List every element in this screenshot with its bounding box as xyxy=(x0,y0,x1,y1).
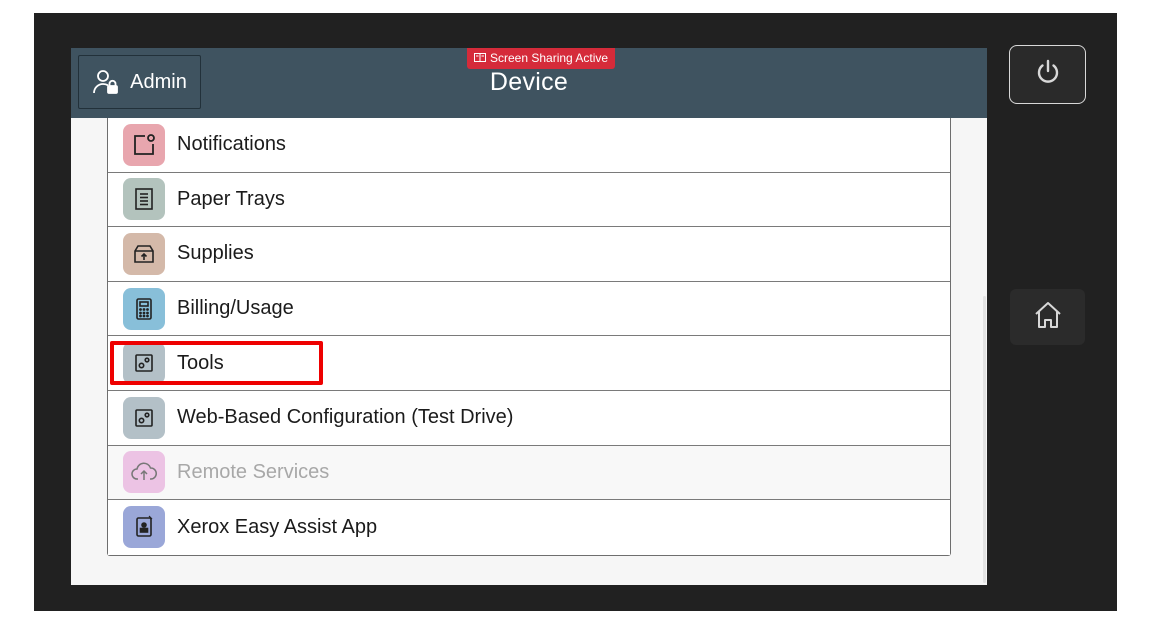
supplies-box-icon xyxy=(123,232,165,275)
menu-item-web-based-configuration[interactable]: Web-Based Configuration (Test Drive) xyxy=(108,390,950,446)
header-bar: Admin Screen Sharing Active Device xyxy=(71,48,987,118)
menu-item-label: Supplies xyxy=(177,242,254,265)
menu-item-label: Notifications xyxy=(177,133,286,156)
home-button[interactable] xyxy=(1010,289,1085,345)
menu-item-billing-usage[interactable]: Billing/Usage xyxy=(108,281,950,337)
paper-tray-icon xyxy=(123,178,165,221)
scrollbar[interactable] xyxy=(983,296,986,583)
menu-item-label: Xerox Easy Assist App xyxy=(177,515,378,538)
menu-item-label: Remote Services xyxy=(177,460,330,483)
device-menu-list: Notifications Paper Trays Supplies Billi… xyxy=(107,118,951,556)
tools-icon xyxy=(123,396,165,439)
screen-sharing-badge: Screen Sharing Active xyxy=(467,48,616,69)
tools-icon xyxy=(123,342,165,385)
menu-item-label: Tools xyxy=(177,351,224,374)
power-icon xyxy=(1032,56,1064,93)
touch-screen: Admin Screen Sharing Active Device Notif… xyxy=(71,48,987,585)
screen-sharing-text: Screen Sharing Active xyxy=(490,51,609,65)
screen-share-icon xyxy=(474,48,486,69)
calculator-icon xyxy=(123,287,165,330)
menu-item-supplies[interactable]: Supplies xyxy=(108,227,950,282)
menu-item-label: Paper Trays xyxy=(177,187,285,210)
cloud-upload-icon xyxy=(123,451,165,494)
menu-item-paper-trays[interactable]: Paper Trays xyxy=(108,172,950,228)
notification-icon xyxy=(123,123,165,166)
page-title: Device xyxy=(489,68,569,96)
menu-item-label: Web-Based Configuration (Test Drive) xyxy=(177,406,514,429)
menu-item-label: Billing/Usage xyxy=(177,297,294,320)
menu-item-notifications[interactable]: Notifications xyxy=(108,118,950,173)
menu-item-xerox-easy-assist[interactable]: Xerox Easy Assist App xyxy=(108,500,950,555)
mobile-app-icon xyxy=(123,506,165,549)
menu-item-tools[interactable]: Tools xyxy=(108,336,950,391)
home-icon xyxy=(1032,299,1064,336)
power-button[interactable] xyxy=(1009,45,1086,104)
menu-item-remote-services: Remote Services xyxy=(108,445,950,501)
